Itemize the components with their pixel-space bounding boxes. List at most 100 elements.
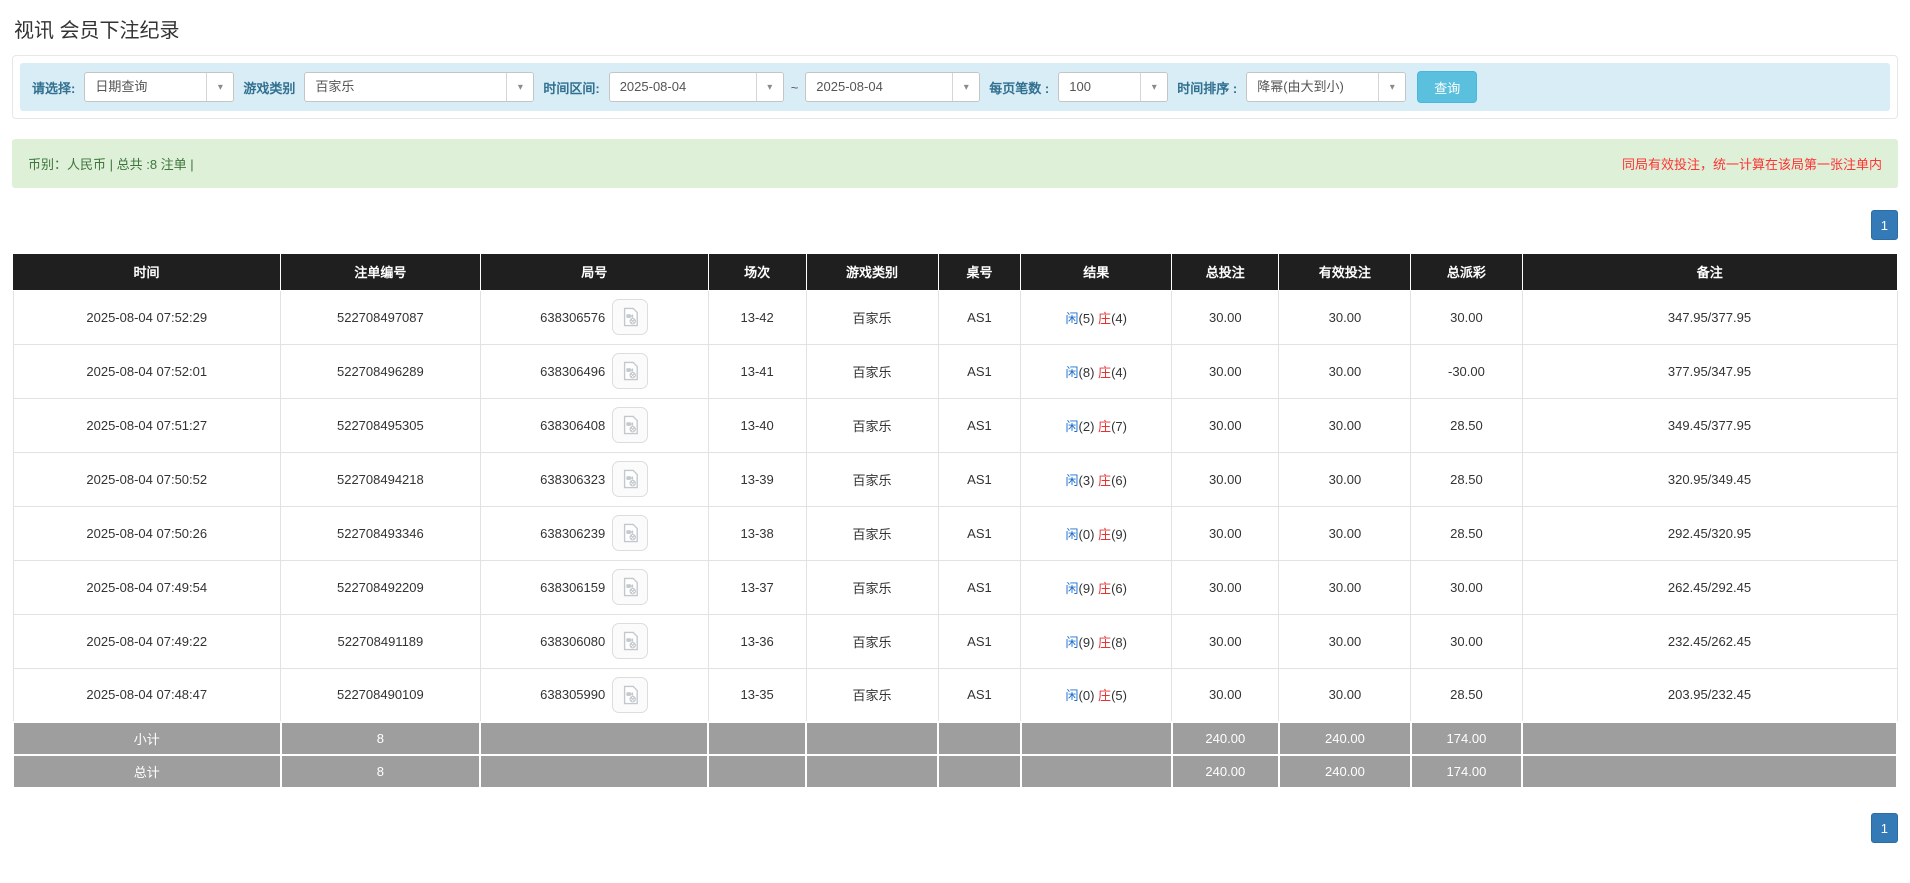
cell-time: 2025-08-04 07:51:27: [13, 398, 281, 452]
cell-time: 2025-08-04 07:52:29: [13, 290, 281, 344]
subtotal-row-empty-table-no: [938, 722, 1021, 755]
page-1-button[interactable]: 1: [1871, 813, 1898, 843]
column-header-note: 备注: [1522, 254, 1897, 290]
total-row-payout: 174.00: [1411, 755, 1522, 788]
result-banker-label: 庄: [1098, 527, 1111, 542]
video-replay-button[interactable]: [612, 515, 648, 551]
film-icon: [621, 685, 639, 705]
cell-table-no: AS1: [938, 452, 1021, 506]
video-replay-button[interactable]: [612, 623, 648, 659]
date-from-select[interactable]: 2025-08-04 ▾: [609, 72, 784, 102]
cell-note: 262.45/292.45: [1522, 560, 1897, 614]
cell-total-bet-link[interactable]: 30.00: [1172, 506, 1279, 560]
cell-game-type: 百家乐: [806, 614, 938, 668]
query-type-select[interactable]: 日期查询 ▾: [84, 72, 234, 102]
chevron-down-icon[interactable]: ▾: [506, 73, 533, 101]
video-replay-button[interactable]: [612, 461, 648, 497]
cell-round: 638306576: [480, 290, 708, 344]
cell-session: 13-42: [708, 290, 806, 344]
result-player-label: 闲: [1066, 688, 1079, 703]
date-from-value: 2025-08-04: [610, 73, 756, 101]
search-button[interactable]: 查询: [1417, 71, 1477, 103]
cell-bet-id: 522708495305: [281, 398, 481, 452]
cell-table-no: AS1: [938, 560, 1021, 614]
video-replay-button[interactable]: [612, 407, 648, 443]
cell-bet-id: 522708497087: [281, 290, 481, 344]
round-number: 638306080: [540, 634, 605, 649]
cell-time: 2025-08-04 07:50:26: [13, 506, 281, 560]
cell-total-bet-link[interactable]: 30.00: [1172, 398, 1279, 452]
subtotal-row: 小计8240.00240.00174.00: [13, 722, 1897, 755]
cell-bet-id: 522708491189: [281, 614, 481, 668]
total-row-count: 8: [281, 755, 481, 788]
cell-total-bet-link[interactable]: 30.00: [1172, 560, 1279, 614]
cell-time: 2025-08-04 07:52:01: [13, 344, 281, 398]
result-player-label: 闲: [1066, 311, 1079, 326]
column-header-total-bet: 总投注: [1172, 254, 1279, 290]
cell-valid-bet: 30.00: [1279, 506, 1411, 560]
game-type-select[interactable]: 百家乐 ▾: [304, 72, 534, 102]
video-replay-button[interactable]: [612, 569, 648, 605]
total-row-total-bet: 240.00: [1172, 755, 1279, 788]
page-size-select[interactable]: 100 ▾: [1058, 72, 1168, 102]
subtotal-row-empty-session: [708, 722, 806, 755]
film-icon: [621, 307, 639, 327]
cell-table-no: AS1: [938, 614, 1021, 668]
subtotal-row-total-bet: 240.00: [1172, 722, 1279, 755]
time-range-label: 时间区间:: [541, 78, 601, 97]
cell-table-no: AS1: [938, 344, 1021, 398]
cell-table-no: AS1: [938, 290, 1021, 344]
total-row-empty-round: [480, 755, 708, 788]
round-wrap: 638306239: [485, 515, 704, 551]
chevron-down-icon[interactable]: ▾: [206, 73, 233, 101]
cell-valid-bet: 30.00: [1279, 398, 1411, 452]
column-header-round: 局号: [480, 254, 708, 290]
total-row-label: 总计: [13, 755, 281, 788]
chevron-down-icon[interactable]: ▾: [1140, 73, 1167, 101]
page-size-label: 每页笔数 :: [987, 78, 1051, 97]
round-wrap: 638306159: [485, 569, 704, 605]
round-number: 638305990: [540, 687, 605, 702]
film-icon: [621, 631, 639, 651]
cell-note: 347.95/377.95: [1522, 290, 1897, 344]
video-replay-button[interactable]: [612, 299, 648, 335]
time-sort-select[interactable]: 降幂(由大到小) ▾: [1246, 72, 1406, 102]
result-banker-label: 庄: [1098, 581, 1111, 596]
date-to-select[interactable]: 2025-08-04 ▾: [805, 72, 980, 102]
cell-valid-bet: 30.00: [1279, 668, 1411, 722]
subtotal-row-count: 8: [281, 722, 481, 755]
cell-total-bet-link[interactable]: 30.00: [1172, 668, 1279, 722]
cell-round: 638305990: [480, 668, 708, 722]
page-1-button[interactable]: 1: [1871, 210, 1898, 240]
cell-session: 13-35: [708, 668, 806, 722]
pagination-bottom: 1: [12, 813, 1898, 843]
video-replay-button[interactable]: [612, 353, 648, 389]
film-icon: [621, 523, 639, 543]
cell-result: 闲(3) 庄(6): [1021, 452, 1172, 506]
video-replay-button[interactable]: [612, 677, 648, 713]
total-row-empty-note: [1522, 755, 1897, 788]
chevron-down-icon[interactable]: ▾: [952, 73, 979, 101]
cell-total-bet-link[interactable]: 30.00: [1172, 614, 1279, 668]
cell-bet-id: 522708490109: [281, 668, 481, 722]
cell-total-bet-link[interactable]: 30.00: [1172, 452, 1279, 506]
subtotal-row-empty-note: [1522, 722, 1897, 755]
chevron-down-icon[interactable]: ▾: [1378, 73, 1405, 101]
subtotal-row-label: 小计: [13, 722, 281, 755]
chevron-down-icon[interactable]: ▾: [756, 73, 783, 101]
cell-game-type: 百家乐: [806, 668, 938, 722]
cell-payout: -30.00: [1411, 344, 1522, 398]
cell-total-bet-link[interactable]: 30.00: [1172, 290, 1279, 344]
result-banker-label: 庄: [1098, 473, 1111, 488]
bets-table: 时间注单编号局号场次游戏类别桌号结果总投注有效投注总派彩备注 2025-08-0…: [12, 254, 1898, 789]
cell-game-type: 百家乐: [806, 560, 938, 614]
cell-round: 638306496: [480, 344, 708, 398]
round-number: 638306159: [540, 580, 605, 595]
cell-bet-id: 522708496289: [281, 344, 481, 398]
cell-total-bet-link[interactable]: 30.00: [1172, 344, 1279, 398]
page-title: 视讯 会员下注纪录: [14, 14, 1898, 43]
round-number: 638306408: [540, 418, 605, 433]
cell-valid-bet: 30.00: [1279, 614, 1411, 668]
column-header-game-type: 游戏类别: [806, 254, 938, 290]
summary-warning-text: 同局有效投注，统一计算在该局第一张注单内: [1622, 154, 1882, 173]
